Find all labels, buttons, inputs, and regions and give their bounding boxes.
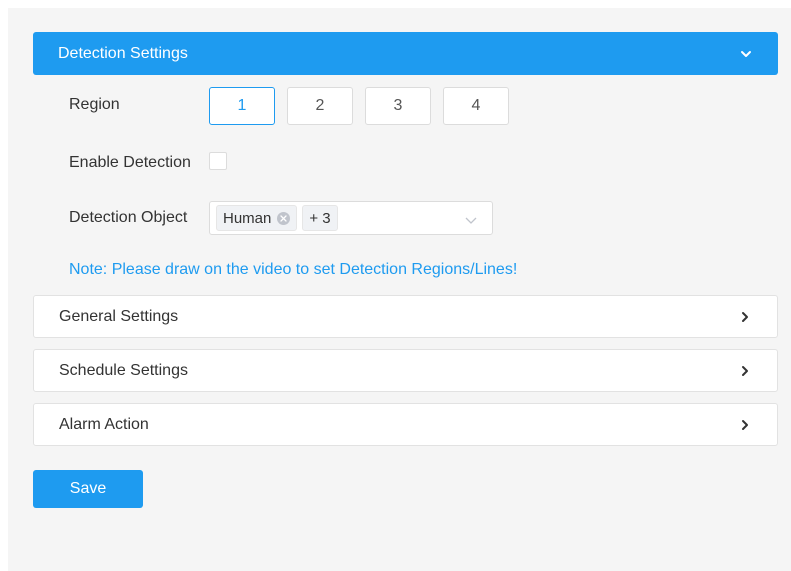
region-label: Region	[69, 96, 120, 113]
detection-settings-header[interactable]: Detection Settings	[33, 32, 778, 75]
enable-detection-checkbox[interactable]	[209, 152, 227, 170]
enable-detection-label: Enable Detection	[69, 154, 191, 171]
save-button[interactable]: Save	[33, 470, 143, 508]
general-settings-title: General Settings	[59, 307, 179, 325]
chevron-right-icon	[738, 418, 752, 432]
region-button-2[interactable]: 2	[287, 87, 353, 125]
detection-object-label: Detection Object	[69, 209, 188, 226]
schedule-settings-title: Schedule Settings	[59, 361, 188, 379]
chevron-down-icon	[739, 47, 753, 61]
region-button-4[interactable]: 4	[443, 87, 509, 125]
chevron-right-icon	[738, 364, 752, 378]
chevron-down-icon	[465, 212, 477, 230]
alarm-action-title: Alarm Action	[59, 415, 149, 433]
close-icon[interactable]	[277, 211, 291, 225]
region-button-3[interactable]: 3	[365, 87, 431, 125]
detection-object-select[interactable]: Human + 3	[209, 201, 493, 235]
alarm-action-header[interactable]: Alarm Action	[33, 403, 778, 446]
detection-settings-title: Detection Settings	[58, 44, 188, 62]
chevron-right-icon	[738, 310, 752, 324]
object-more-tag: + 3	[302, 205, 338, 231]
schedule-settings-header[interactable]: Schedule Settings	[33, 349, 778, 392]
region-button-1[interactable]: 1	[209, 87, 275, 125]
general-settings-header[interactable]: General Settings	[33, 295, 778, 338]
object-tag-label: Human	[223, 209, 272, 227]
draw-region-note: Note: Please draw on the video to set De…	[69, 261, 518, 278]
object-tag-human: Human	[216, 205, 298, 231]
